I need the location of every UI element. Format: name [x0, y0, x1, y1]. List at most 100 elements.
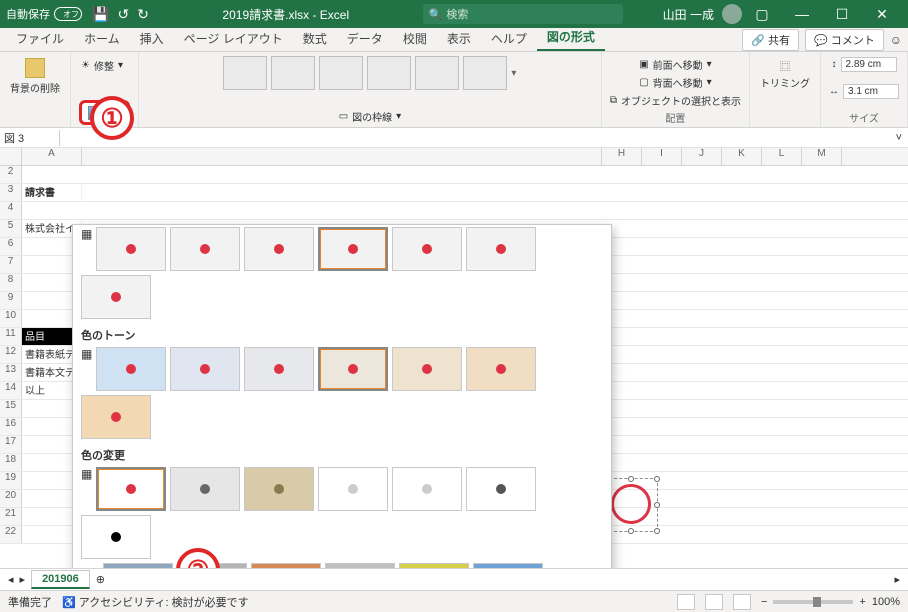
swatch[interactable] [466, 467, 536, 511]
bring-forward-button[interactable]: ▣ 前面へ移動 ▾ [639, 56, 711, 73]
height-input[interactable]: 2.89 cm [841, 57, 897, 72]
tab-picture-format[interactable]: 図の形式 [537, 24, 605, 51]
tab-view[interactable]: 表示 [437, 26, 481, 51]
swatch[interactable] [392, 347, 462, 391]
zoom-control[interactable]: − + 100% [761, 596, 900, 608]
zoom-slider[interactable] [773, 600, 853, 604]
tab-review[interactable]: 校閲 [393, 26, 437, 51]
swatch-selected[interactable] [318, 347, 388, 391]
group-label-arrange: 配置 [665, 110, 685, 125]
swatch[interactable] [325, 563, 395, 568]
remove-bg-button[interactable]: 背景の削除 [8, 56, 62, 97]
swatch[interactable] [96, 227, 166, 271]
swatch-selected[interactable] [318, 227, 388, 271]
zoom-out-icon[interactable]: − [761, 596, 767, 608]
swatch[interactable] [399, 563, 469, 568]
tab-help[interactable]: ヘルプ [481, 26, 537, 51]
swatch[interactable] [392, 467, 462, 511]
tab-page-layout[interactable]: ページ レイアウト [174, 26, 293, 51]
corrections-button[interactable]: ☀ 修整 ▾ [79, 56, 125, 75]
crop-button[interactable]: ⿴ トリミング [758, 56, 812, 92]
send-backward-button[interactable]: ▢ 背面へ移動 ▾ [639, 74, 711, 91]
redo-icon[interactable]: ↻ [137, 6, 149, 23]
style-thumb[interactable] [271, 56, 315, 90]
column-headers: A H I J K L M [0, 148, 908, 166]
user-area[interactable]: 山田 一成 [663, 4, 742, 24]
zoom-in-icon[interactable]: + [859, 596, 865, 608]
undo-icon[interactable]: ↺ [117, 6, 129, 23]
style-thumb[interactable] [463, 56, 507, 90]
swatch[interactable] [81, 275, 151, 319]
comments-button[interactable]: 💬 コメント [805, 29, 884, 51]
maximize-icon[interactable]: ☐ [822, 0, 862, 28]
cell-a3[interactable]: 請求書 [22, 184, 82, 201]
col-L[interactable]: L [762, 148, 802, 165]
scroll-right-icon[interactable]: ▸ [894, 573, 900, 586]
swatch-selected[interactable] [96, 467, 166, 511]
col-I[interactable]: I [642, 148, 682, 165]
worksheet[interactable]: A H I J K L M 2 3請求書 4 5株式会社イ 6 7 8 9 10… [0, 148, 908, 568]
tab-home[interactable]: ホーム [74, 26, 130, 51]
swatch[interactable] [466, 347, 536, 391]
swatch[interactable] [392, 227, 462, 271]
swatch[interactable] [81, 395, 151, 439]
page-break-view-icon[interactable] [733, 594, 751, 610]
swatch[interactable] [466, 227, 536, 271]
swatch[interactable] [318, 467, 388, 511]
style-thumb[interactable] [415, 56, 459, 90]
tone-current-icon: ▦ [81, 347, 92, 391]
swatch[interactable] [251, 563, 321, 568]
swatch[interactable] [170, 227, 240, 271]
style-thumb[interactable] [223, 56, 267, 90]
tab-file[interactable]: ファイル [6, 26, 74, 51]
collapse-ribbon-icon[interactable]: ˅ [890, 132, 908, 144]
col-B-G [82, 148, 602, 165]
tab-formulas[interactable]: 数式 [293, 26, 337, 51]
name-box[interactable]: 図 3 [0, 130, 60, 146]
style-thumb[interactable] [367, 56, 411, 90]
close-icon[interactable]: ✕ [862, 0, 902, 28]
normal-view-icon[interactable] [677, 594, 695, 610]
swatch[interactable] [244, 347, 314, 391]
gallery-more-icon[interactable]: ▾ [511, 68, 516, 79]
swatch[interactable] [170, 347, 240, 391]
picture-styles-gallery[interactable]: ▾ [223, 56, 516, 90]
selected-picture[interactable] [604, 478, 658, 532]
autosave-toggle[interactable]: 自動保存 オフ [6, 6, 82, 22]
swatch[interactable] [244, 467, 314, 511]
swatch[interactable] [473, 563, 543, 568]
tab-insert[interactable]: 挿入 [130, 26, 174, 51]
selection-pane-button[interactable]: ⧉ オブジェクトの選択と表示 [610, 92, 741, 109]
col-M[interactable]: M [802, 148, 842, 165]
corrections-icon: ☀ [81, 60, 90, 71]
swatch[interactable] [103, 563, 173, 568]
select-all[interactable] [0, 148, 22, 165]
minimize-icon[interactable]: — [782, 0, 822, 28]
page-layout-view-icon[interactable] [705, 594, 723, 610]
ribbon-display-options-icon[interactable]: ▢ [742, 0, 782, 28]
sheet-tab[interactable]: 201906 [31, 570, 90, 589]
swatch[interactable] [81, 515, 151, 559]
style-thumb[interactable] [319, 56, 363, 90]
swatch[interactable] [96, 347, 166, 391]
width-input[interactable]: 3.1 cm [843, 84, 899, 99]
col-K[interactable]: K [722, 148, 762, 165]
sheet-nav-next-icon[interactable]: ▸ [20, 573, 26, 586]
zoom-level[interactable]: 100% [872, 596, 900, 608]
col-A[interactable]: A [22, 148, 82, 165]
sheet-nav-prev-icon[interactable]: ◂ [8, 573, 14, 586]
accessibility-status[interactable]: ♿ アクセシビリティ: 検討が必要です [62, 594, 249, 610]
crop-icon: ⿴ [780, 58, 790, 73]
tab-data[interactable]: データ [337, 26, 393, 51]
new-sheet-icon[interactable]: ⊕ [96, 573, 105, 586]
picture-border-button[interactable]: ▭ 図の枠線 ▾ [339, 108, 401, 125]
share-button[interactable]: 🔗 共有 [742, 29, 799, 51]
swatch[interactable] [170, 467, 240, 511]
username: 山田 一成 [663, 6, 714, 23]
search-box[interactable]: 🔍 検索 [423, 4, 623, 24]
save-icon[interactable]: 💾 [92, 6, 109, 23]
swatch[interactable] [244, 227, 314, 271]
col-H[interactable]: H [602, 148, 642, 165]
smiley-icon[interactable]: ☺ [890, 33, 902, 47]
col-J[interactable]: J [682, 148, 722, 165]
